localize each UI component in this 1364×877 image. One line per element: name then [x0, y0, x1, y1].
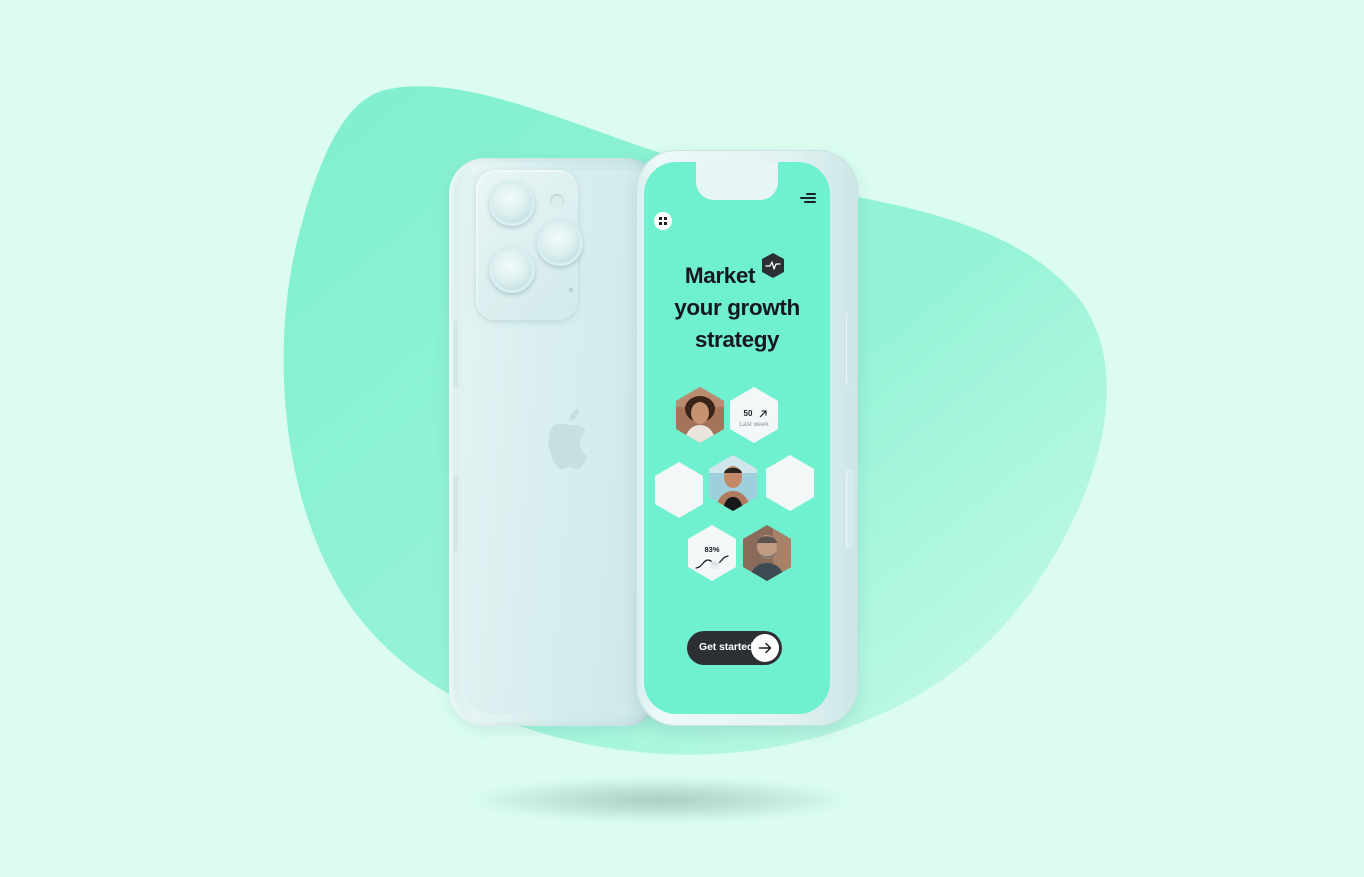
page-title: Market your growth strategy — [644, 260, 830, 356]
trend-line-icon — [695, 555, 729, 570]
progress-value: 83% — [704, 545, 720, 554]
stats-card: 50 Last week — [730, 387, 778, 443]
flash-icon — [550, 194, 564, 208]
side-button — [452, 475, 458, 553]
menu-icon[interactable] — [800, 192, 816, 204]
camera-lens-icon — [489, 247, 535, 293]
phone-notch — [696, 162, 778, 200]
camera-lens-icon — [489, 180, 535, 226]
avatar — [709, 455, 757, 511]
camera-lens-icon — [537, 220, 583, 266]
microphone-dot — [569, 288, 573, 292]
power-button — [846, 313, 854, 385]
headline-line: your growth — [674, 295, 800, 320]
grid-logo-icon[interactable] — [654, 212, 672, 230]
apple-logo-icon — [548, 409, 587, 470]
floor-shadow — [470, 778, 850, 822]
headline-line: strategy — [694, 327, 780, 352]
empty-hex — [766, 455, 814, 511]
app-screen: Market your growth strategy 50 Last week — [644, 162, 830, 714]
arrow-up-right-icon — [759, 410, 767, 418]
headline-line: Market — [684, 263, 756, 288]
arrow-right-icon — [751, 634, 779, 662]
progress-card: 83% — [688, 525, 736, 581]
avatar — [743, 525, 791, 581]
empty-hex — [655, 462, 703, 518]
pulse-icon — [762, 253, 784, 278]
side-button — [452, 320, 458, 388]
side-button — [846, 470, 854, 548]
avatar — [676, 387, 724, 443]
stats-label: Last week — [739, 421, 769, 428]
get-started-button[interactable]: Get started — [687, 631, 782, 665]
get-started-label: Get started — [699, 641, 754, 653]
